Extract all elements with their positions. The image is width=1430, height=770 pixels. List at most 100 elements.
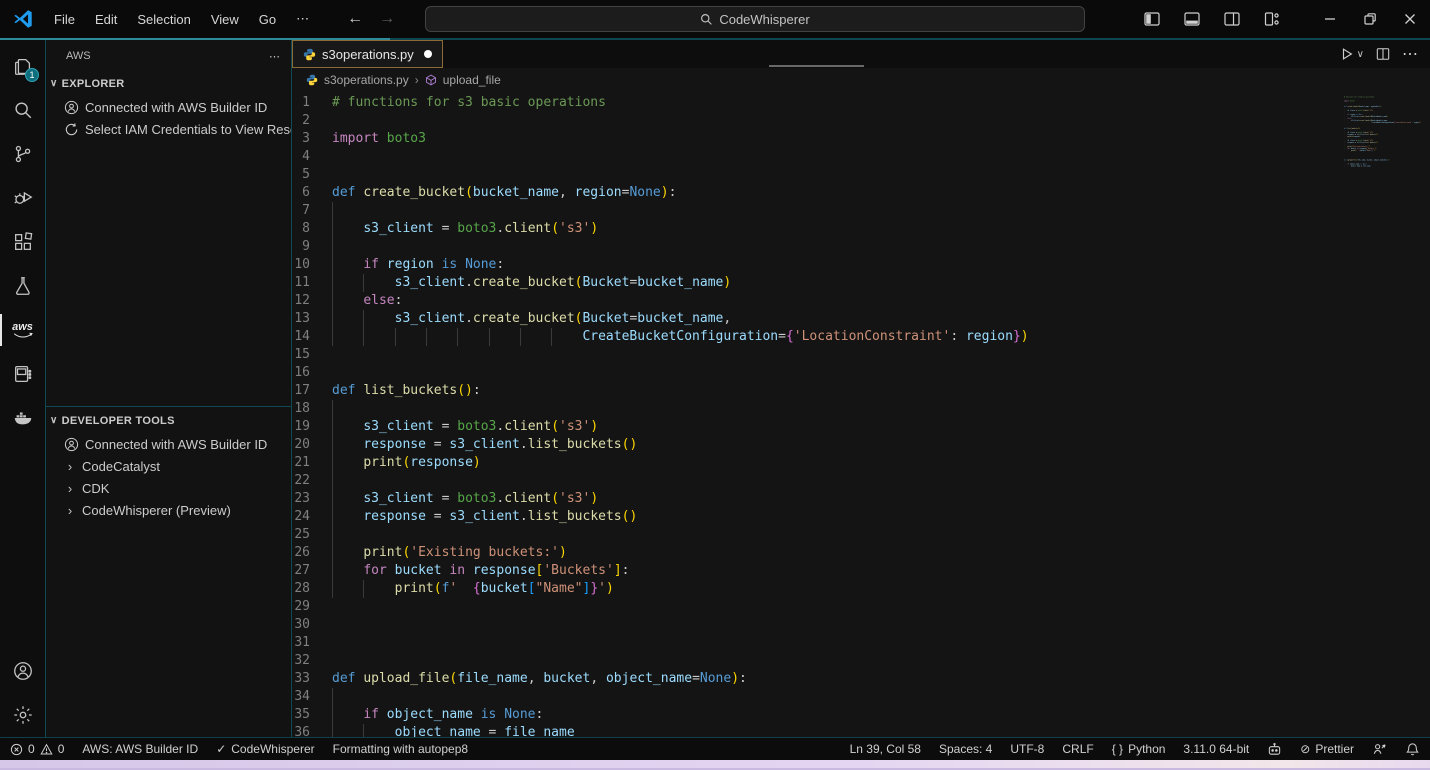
line-number[interactable]: 21 bbox=[292, 454, 332, 472]
menu-view[interactable]: View bbox=[201, 8, 249, 31]
line-number[interactable]: 34 bbox=[292, 688, 332, 706]
code-line[interactable]: 19 s3_client = boto3.client('s3') bbox=[292, 418, 1430, 436]
code-line[interactable]: 20 response = s3_client.list_buckets() bbox=[292, 436, 1430, 454]
command-center-search[interactable]: CodeWhisperer bbox=[425, 6, 1085, 32]
modified-dot-icon[interactable] bbox=[424, 50, 432, 58]
line-number[interactable]: 31 bbox=[292, 634, 332, 652]
line-number[interactable]: 15 bbox=[292, 346, 332, 364]
select-iam-credentials-item[interactable]: Select IAM Credentials to View Reso... bbox=[46, 118, 291, 140]
line-number[interactable]: 16 bbox=[292, 364, 332, 382]
menu-selection[interactable]: Selection bbox=[127, 8, 200, 31]
line-number[interactable]: 4 bbox=[292, 148, 332, 166]
code-line[interactable]: 16 bbox=[292, 364, 1430, 382]
line-number[interactable]: 24 bbox=[292, 508, 332, 526]
breadcrumb-symbol[interactable]: upload_file bbox=[443, 73, 501, 87]
line-number[interactable]: 6 bbox=[292, 184, 332, 202]
line-number[interactable]: 11 bbox=[292, 274, 332, 292]
restore-icon[interactable] bbox=[1350, 0, 1390, 38]
customize-layout-icon[interactable] bbox=[1252, 0, 1292, 38]
line-number[interactable]: 22 bbox=[292, 472, 332, 490]
code-line[interactable]: 24 response = s3_client.list_buckets() bbox=[292, 508, 1430, 526]
line-number[interactable]: 35 bbox=[292, 706, 332, 724]
code-line[interactable]: 12 else: bbox=[292, 292, 1430, 310]
line-number[interactable]: 28 bbox=[292, 580, 332, 598]
extensions-icon[interactable] bbox=[0, 220, 45, 264]
prettier-status[interactable]: ⊘ Prettier bbox=[1300, 742, 1354, 756]
settings-gear-icon[interactable] bbox=[0, 693, 45, 737]
line-number[interactable]: 25 bbox=[292, 526, 332, 544]
feedback-icon[interactable] bbox=[1372, 742, 1387, 757]
code-line[interactable]: 7 bbox=[292, 202, 1430, 220]
cursor-position[interactable]: Ln 39, Col 58 bbox=[850, 742, 921, 756]
code-line[interactable]: 34 bbox=[292, 688, 1430, 706]
code-line[interactable]: 26 print('Existing buckets:') bbox=[292, 544, 1430, 562]
problems-status[interactable]: 0 0 bbox=[10, 742, 64, 756]
line-number[interactable]: 2 bbox=[292, 112, 332, 130]
code-line[interactable]: 9 bbox=[292, 238, 1430, 256]
code-line[interactable]: 4 bbox=[292, 148, 1430, 166]
line-number[interactable]: 32 bbox=[292, 652, 332, 670]
split-editor-icon[interactable] bbox=[1376, 47, 1390, 61]
code-line[interactable]: 3import boto3 bbox=[292, 130, 1430, 148]
code-line[interactable]: 14 CreateBucketConfiguration={'LocationC… bbox=[292, 328, 1430, 346]
line-number[interactable]: 30 bbox=[292, 616, 332, 634]
code-line[interactable]: 13 s3_client.create_bucket(Bucket=bucket… bbox=[292, 310, 1430, 328]
tab-s3operations[interactable]: s3operations.py bbox=[292, 40, 443, 68]
line-number[interactable]: 17 bbox=[292, 382, 332, 400]
line-number[interactable]: 9 bbox=[292, 238, 332, 256]
line-number[interactable]: 27 bbox=[292, 562, 332, 580]
search-view-icon[interactable] bbox=[0, 88, 45, 132]
testing-icon[interactable] bbox=[0, 264, 45, 308]
menu-go[interactable]: Go bbox=[249, 8, 286, 31]
tree-item-cdk[interactable]: › CDK bbox=[46, 477, 291, 499]
code-line[interactable]: 8 s3_client = boto3.client('s3') bbox=[292, 220, 1430, 238]
explorer-icon[interactable]: 1 bbox=[0, 44, 45, 88]
line-number[interactable]: 18 bbox=[292, 400, 332, 418]
python-interpreter-status[interactable]: 3.11.0 64-bit bbox=[1183, 742, 1249, 756]
code-line[interactable]: 30 bbox=[292, 616, 1430, 634]
toggle-secondary-sidebar-icon[interactable] bbox=[1212, 0, 1252, 38]
robot-icon[interactable] bbox=[1267, 742, 1282, 757]
code-line[interactable]: 27 for bucket in response['Buckets']: bbox=[292, 562, 1430, 580]
section-explorer[interactable]: ∨ EXPLORER bbox=[46, 72, 291, 96]
code-line[interactable]: 28 print(f' {bucket["Name"]}') bbox=[292, 580, 1430, 598]
code-line[interactable]: 36 object_name = file_name bbox=[292, 724, 1430, 737]
code-line[interactable]: 25 bbox=[292, 526, 1430, 544]
eol-status[interactable]: CRLF bbox=[1062, 742, 1093, 756]
code-line[interactable]: 17def list_buckets(): bbox=[292, 382, 1430, 400]
line-number[interactable]: 23 bbox=[292, 490, 332, 508]
code-line[interactable]: 2 bbox=[292, 112, 1430, 130]
line-number[interactable]: 29 bbox=[292, 598, 332, 616]
developer-tools-header[interactable]: ∨ DEVELOPER TOOLS bbox=[46, 409, 291, 433]
line-number[interactable]: 10 bbox=[292, 256, 332, 274]
run-dropdown-chevron-icon[interactable]: ∨ bbox=[1357, 49, 1364, 60]
codewhisperer-status[interactable]: ✓CodeWhisperer bbox=[216, 742, 314, 756]
menu-file[interactable]: File bbox=[44, 8, 85, 31]
code-line[interactable]: 32 bbox=[292, 652, 1430, 670]
line-number[interactable]: 20 bbox=[292, 436, 332, 454]
code-line[interactable]: 23 s3_client = boto3.client('s3') bbox=[292, 490, 1430, 508]
code-line[interactable]: 6def create_bucket(bucket_name, region=N… bbox=[292, 184, 1430, 202]
minimize-icon[interactable] bbox=[1310, 0, 1350, 38]
toggle-primary-sidebar-icon[interactable] bbox=[1132, 0, 1172, 38]
line-number[interactable]: 8 bbox=[292, 220, 332, 238]
line-number[interactable]: 7 bbox=[292, 202, 332, 220]
tree-item-codecatalyst[interactable]: › CodeCatalyst bbox=[46, 455, 291, 477]
code-line[interactable]: 35 if object_name is None: bbox=[292, 706, 1430, 724]
code-area[interactable]: 1# functions for s3 basic operations23im… bbox=[292, 92, 1430, 737]
toggle-panel-icon[interactable] bbox=[1172, 0, 1212, 38]
formatting-status[interactable]: Formatting with autopep8 bbox=[333, 742, 468, 756]
code-line[interactable]: 11 s3_client.create_bucket(Bucket=bucket… bbox=[292, 274, 1430, 292]
line-number[interactable]: 19 bbox=[292, 418, 332, 436]
code-line[interactable]: 5 bbox=[292, 166, 1430, 184]
code-line[interactable]: 33def upload_file(file_name, bucket, obj… bbox=[292, 670, 1430, 688]
nav-back-icon[interactable]: ← bbox=[347, 10, 363, 28]
tree-item-codewhisperer[interactable]: › CodeWhisperer (Preview) bbox=[46, 499, 291, 521]
code-line[interactable]: 18 bbox=[292, 400, 1430, 418]
explorer-aws-account-item[interactable]: Connected with AWS Builder ID bbox=[46, 96, 291, 118]
source-control-icon[interactable] bbox=[0, 132, 45, 176]
sidebar-more-actions-icon[interactable]: ⋯ bbox=[269, 50, 281, 63]
line-number[interactable]: 14 bbox=[292, 328, 332, 346]
docker-icon[interactable] bbox=[0, 396, 45, 440]
menu-overflow[interactable]: ⋯ bbox=[286, 7, 319, 31]
